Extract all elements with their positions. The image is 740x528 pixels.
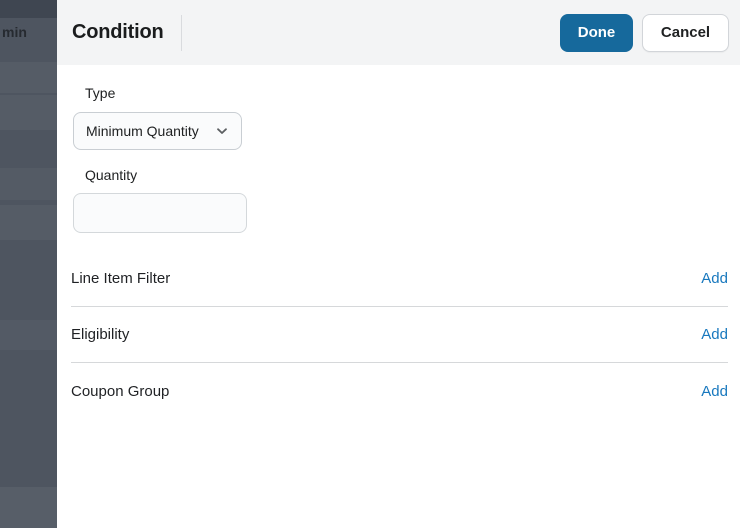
- eligibility-add-link[interactable]: Add: [701, 326, 728, 343]
- chevron-down-icon: [215, 124, 229, 138]
- sidebar-nav-item[interactable]: [0, 168, 57, 200]
- coupon-group-row: Coupon Group Add: [71, 363, 728, 419]
- cancel-button[interactable]: Cancel: [642, 13, 729, 52]
- sidebar-top-bar: [0, 0, 57, 18]
- panel-header: Condition Done Cancel: [57, 0, 740, 65]
- condition-sections: Line Item Filter Add Eligibility Add Cou…: [71, 251, 728, 419]
- done-button[interactable]: Done: [560, 13, 633, 52]
- eligibility-row: Eligibility Add: [71, 307, 728, 363]
- quantity-label: Quantity: [85, 167, 138, 183]
- sidebar-nav-item[interactable]: [0, 487, 57, 528]
- sidebar-partial-admin-text: min: [2, 24, 27, 40]
- sidebar-nav-item[interactable]: [0, 62, 57, 93]
- sidebar-nav-item[interactable]: [0, 205, 57, 240]
- sidebar-nav-item[interactable]: [0, 320, 57, 350]
- type-select[interactable]: Minimum Quantity: [73, 112, 242, 150]
- app-viewport: min Condition Done Cancel Type Minimum Q…: [0, 0, 740, 528]
- type-label: Type: [85, 85, 116, 101]
- condition-panel: Condition Done Cancel Type Minimum Quant…: [57, 0, 740, 528]
- page-title: Condition: [72, 21, 164, 43]
- line-item-filter-label: Line Item Filter: [71, 270, 171, 287]
- sidebar-nav-item[interactable]: [0, 95, 57, 130]
- header-divider: [180, 14, 182, 51]
- line-item-filter-row: Line Item Filter Add: [71, 251, 728, 307]
- panel-content: Type Minimum Quantity Quantity: [57, 65, 740, 233]
- quantity-field-group: Quantity: [73, 167, 728, 233]
- eligibility-label: Eligibility: [71, 326, 130, 343]
- type-select-value: Minimum Quantity: [86, 123, 199, 139]
- coupon-group-add-link[interactable]: Add: [701, 383, 728, 400]
- coupon-group-label: Coupon Group: [71, 382, 170, 400]
- quantity-input[interactable]: [73, 193, 247, 233]
- line-item-filter-add-link[interactable]: Add: [701, 270, 728, 287]
- admin-sidebar: min: [0, 0, 57, 528]
